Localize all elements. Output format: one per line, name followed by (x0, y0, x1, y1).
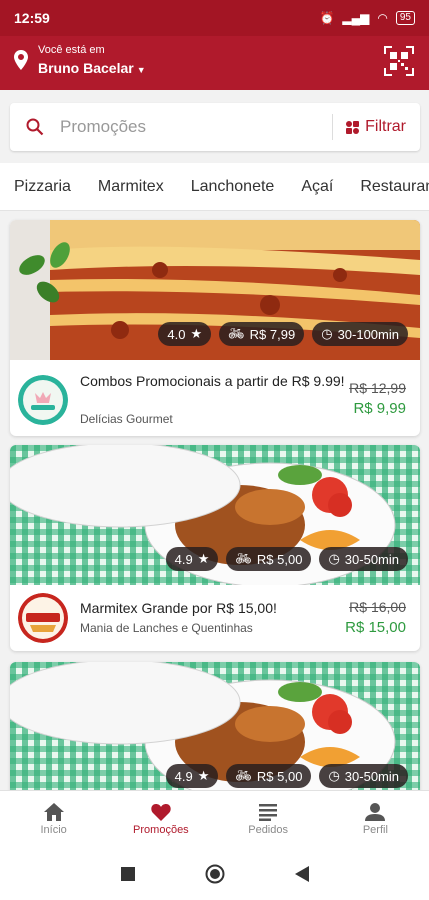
delivery-fee-badge: 🚲︎ R$ 5,00 (226, 547, 312, 571)
recents-square-icon[interactable] (120, 867, 135, 881)
search-bar: Filtrar (10, 103, 420, 151)
system-navigation (0, 848, 429, 900)
nav-label: Início (40, 824, 67, 836)
delivery-time-badge: ◷ 30-100min (312, 322, 408, 346)
star-icon: ★ (190, 326, 203, 341)
clock-icon: ◷ (328, 551, 340, 566)
status-time: 12:59 (14, 10, 50, 26)
battery-icon: 95 (395, 11, 415, 25)
qr-code-icon[interactable] (383, 45, 415, 77)
store-name: Delícias Gourmet (80, 412, 173, 426)
filter-button[interactable]: Filtrar (333, 103, 420, 151)
filter-icon (346, 121, 360, 134)
star-icon: ★ (197, 768, 210, 783)
offer-card[interactable]: 4.0 ★ 🚲︎ R$ 7,99 ◷ 30-100min Combos Promoci… (10, 220, 420, 436)
offer-title: Marmitex Grande por R$ 15,00! (80, 600, 277, 616)
rating-badge: 4.0 ★ (158, 322, 212, 346)
bottom-navigation: Início Promoções Pedidos Perfil (0, 790, 429, 848)
person-icon (365, 803, 386, 821)
offer-card[interactable]: 4.9 ★ 🚲︎ R$ 5,00 ◷ 30-50min Marmitex Grande… (10, 445, 420, 651)
marmitex-image: 4.9 ★ 🚲︎ R$ 5,00 ◷ 30-50min (10, 445, 420, 585)
app-header: Você está em Bruno Bacelar ▼ (0, 36, 429, 90)
rating-badge: 4.9 ★ (165, 764, 219, 788)
offer-card[interactable]: 4.9 ★ 🚲︎ R$ 5,00 ◷ 30-50min (10, 662, 420, 802)
store-logo (18, 375, 68, 425)
new-price: R$ 15,00 (345, 619, 406, 636)
search-input[interactable] (60, 117, 333, 137)
nav-pedidos[interactable]: Pedidos (215, 791, 322, 848)
bike-icon: 🚲︎ (235, 768, 252, 783)
marmitex-image: 4.9 ★ 🚲︎ R$ 5,00 ◷ 30-50min (10, 662, 420, 802)
heart-icon (151, 804, 171, 821)
nav-promocoes[interactable]: Promoções (107, 791, 214, 848)
wifi-icon: ◠ (377, 11, 388, 25)
caret-down-icon: ▼ (136, 65, 146, 75)
delivery-time-badge: ◷ 30-50min (319, 764, 408, 788)
lasagna-image: 4.0 ★ 🚲︎ R$ 7,99 ◷ 30-100min (10, 220, 420, 360)
delivery-fee-badge: 🚲︎ R$ 7,99 (219, 322, 305, 346)
filter-label: Filtrar (365, 118, 406, 135)
signal-icon: ▂▄▆ (342, 11, 370, 25)
offer-title: Combos Promocionais a partir de R$ 9.99! (80, 373, 345, 389)
category-tabs: Pizzaria Marmitex Lanchonete Açaí Restau… (0, 163, 429, 211)
alarm-icon: ⏰ (319, 11, 335, 25)
store-name: Mania de Lanches e Quentinhas (80, 621, 253, 635)
search-icon (26, 118, 44, 136)
old-price: R$ 12,99 (349, 380, 406, 396)
status-bar: 12:59 ⏰ ▂▄▆ ◠ 95 (0, 0, 429, 36)
list-icon (259, 804, 278, 821)
clock-icon: ◷ (328, 768, 340, 783)
store-logo (18, 593, 68, 643)
star-icon: ★ (197, 551, 210, 566)
nav-label: Perfil (362, 824, 388, 836)
clock-icon: ◷ (321, 326, 333, 341)
bike-icon: 🚲︎ (228, 326, 245, 341)
home-icon (43, 803, 64, 821)
delivery-fee-badge: 🚲︎ R$ 5,00 (226, 764, 312, 788)
category-marmitex[interactable]: Marmitex (98, 178, 164, 196)
back-triangle-icon[interactable] (294, 866, 309, 882)
nav-label: Promoções (133, 824, 189, 836)
category-acai[interactable]: Açaí (301, 178, 333, 196)
home-circle-icon[interactable] (205, 864, 225, 884)
delivery-time-badge: ◷ 30-50min (319, 547, 408, 571)
category-pizzaria[interactable]: Pizzaria (14, 178, 71, 196)
old-price: R$ 16,00 (349, 599, 406, 615)
category-lanchonete[interactable]: Lanchonete (191, 178, 275, 196)
location-label: Você está em (38, 44, 105, 56)
rating-badge: 4.9 ★ (165, 547, 219, 571)
new-price: R$ 9,99 (353, 400, 406, 417)
nav-inicio[interactable]: Início (0, 791, 107, 848)
category-restaurante[interactable]: Restaurante (360, 178, 429, 196)
bike-icon: 🚲︎ (235, 551, 252, 566)
nav-label: Pedidos (248, 824, 288, 836)
location-pin-icon (14, 50, 28, 70)
location-value: Bruno Bacelar (38, 60, 134, 76)
nav-perfil[interactable]: Perfil (322, 791, 429, 848)
location-selector[interactable]: Bruno Bacelar ▼ (38, 60, 146, 76)
